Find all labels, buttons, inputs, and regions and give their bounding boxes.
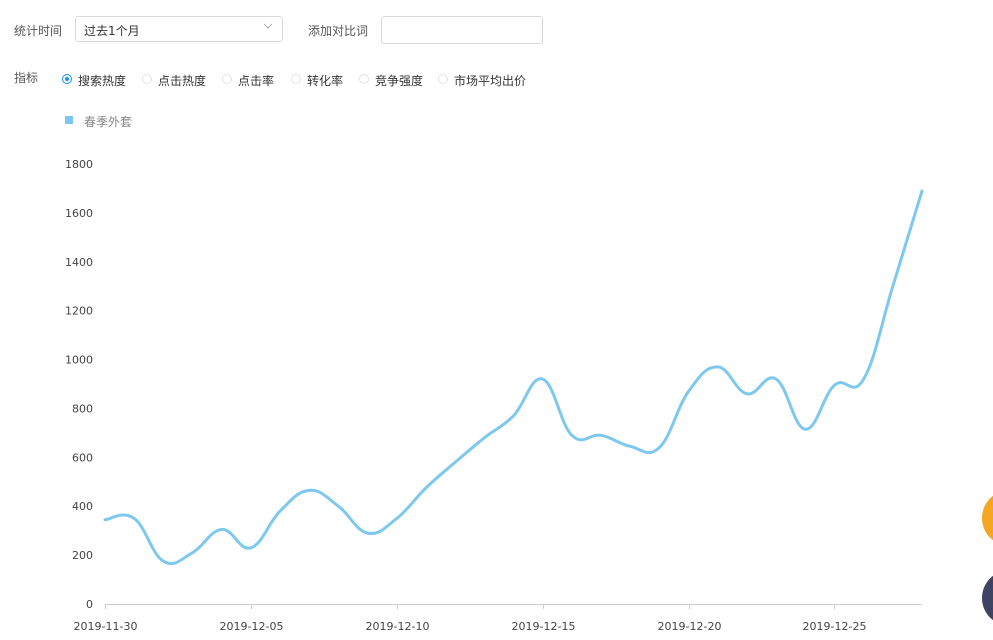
y-tick-label: 1200 xyxy=(65,305,93,318)
y-tick-label: 1000 xyxy=(65,354,93,367)
y-tick-label: 200 xyxy=(72,549,93,562)
data-point xyxy=(687,389,691,393)
data-point xyxy=(249,546,253,550)
data-point xyxy=(512,414,516,418)
y-tick-label: 400 xyxy=(72,500,93,513)
data-point xyxy=(220,527,224,531)
data-point xyxy=(862,377,866,381)
data-point xyxy=(628,444,632,448)
y-tick-label: 1600 xyxy=(65,207,93,220)
data-point xyxy=(745,392,749,396)
data-point xyxy=(832,383,836,387)
data-point xyxy=(599,433,603,437)
data-point xyxy=(307,488,311,492)
y-tick-label: 1400 xyxy=(65,256,93,269)
y-tick-label: 800 xyxy=(72,402,93,415)
data-point xyxy=(278,509,282,513)
data-point xyxy=(570,433,574,437)
data-point xyxy=(103,518,107,522)
y-tick-label: 1800 xyxy=(65,158,93,171)
x-tick-label: 2019-12-15 xyxy=(512,620,576,633)
series-line-0 xyxy=(103,189,924,566)
data-point xyxy=(132,516,136,520)
data-point xyxy=(366,531,370,535)
data-point xyxy=(453,460,457,464)
data-point xyxy=(336,504,340,508)
x-tick-label: 2019-11-30 xyxy=(74,620,138,633)
data-point xyxy=(891,284,895,288)
x-tick-label: 2019-12-25 xyxy=(803,620,867,633)
data-point xyxy=(774,377,778,381)
data-point xyxy=(541,377,545,381)
data-point xyxy=(482,436,486,440)
y-tick-label: 600 xyxy=(72,451,93,464)
y-tick-label: 0 xyxy=(86,598,93,611)
data-point xyxy=(424,486,428,490)
data-point xyxy=(803,427,807,431)
line-chart: 0 200 400 600 800 1000 1200 1400 1600 1800 2019-11… xyxy=(65,158,924,633)
x-tick-label: 2019-12-20 xyxy=(658,620,722,633)
data-point xyxy=(716,365,720,369)
x-tick-label: 2019-12-05 xyxy=(220,620,284,633)
data-point xyxy=(657,446,661,450)
data-point xyxy=(395,516,399,520)
data-point xyxy=(161,559,165,563)
x-tick-label: 2019-12-10 xyxy=(366,620,430,633)
data-point xyxy=(920,189,924,193)
data-point xyxy=(191,551,195,555)
